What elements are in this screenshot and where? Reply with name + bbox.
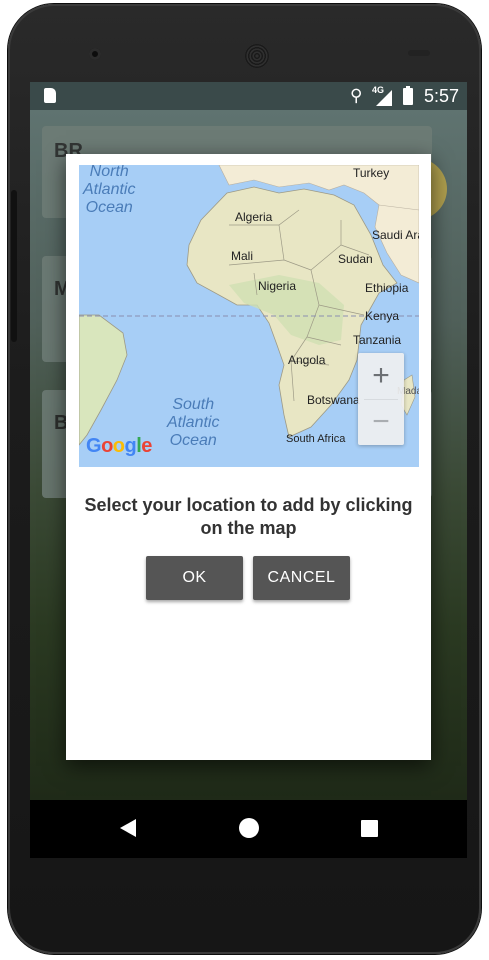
power-button	[11, 190, 17, 342]
front-camera	[89, 48, 101, 60]
ok-button[interactable]: OK	[146, 556, 243, 600]
battery-icon	[403, 86, 413, 105]
recents-icon[interactable]	[361, 820, 378, 837]
country-label: Algeria	[235, 210, 273, 224]
zoom-separator	[364, 399, 398, 400]
earpiece-speaker	[245, 44, 269, 68]
country-label: Angola	[288, 353, 326, 367]
country-label: Saudi Ara	[372, 228, 419, 242]
home-icon[interactable]	[239, 818, 259, 838]
status-time: 5:57	[424, 86, 460, 106]
zoom-out-button[interactable]: −	[358, 399, 404, 445]
zoom-controls: + −	[358, 353, 404, 445]
cancel-button[interactable]: CANCEL	[253, 556, 350, 600]
north-atlantic-label: North Atlantic Ocean	[83, 165, 136, 216]
sd-card-icon	[44, 88, 56, 103]
back-icon[interactable]	[120, 819, 136, 837]
signal-icon	[376, 90, 392, 106]
country-label: South Africa	[286, 433, 346, 445]
country-label: Sudan	[338, 252, 373, 266]
country-label: Kenya	[365, 309, 400, 323]
country-label: Nigeria	[258, 279, 297, 293]
country-label: Botswana	[307, 393, 360, 407]
google-logo[interactable]: Google	[86, 435, 152, 458]
proximity-sensor	[408, 50, 430, 56]
country-label: Turkey	[353, 166, 390, 180]
navigation-bar	[30, 800, 467, 858]
south-atlantic-label: South Atlantic Ocean	[167, 396, 220, 449]
location-icon: ⚲	[350, 86, 363, 105]
country-label: Mali	[231, 249, 254, 263]
map-view[interactable]: North Atlantic Ocean South Atlantic Ocea…	[79, 165, 419, 467]
zoom-in-button[interactable]: +	[358, 353, 404, 399]
status-bar: ⚲ 4G 5:57	[30, 82, 467, 110]
screen: ⚲ 4G 5:57 BR M B North Atlantic Ocean So…	[30, 82, 467, 858]
country-label: Tanzania	[353, 333, 402, 347]
dialog-message: Select your location to add by clicking …	[84, 495, 413, 538]
country-label: Ethiopia	[365, 281, 409, 295]
location-dialog: North Atlantic Ocean South Atlantic Ocea…	[66, 154, 431, 760]
